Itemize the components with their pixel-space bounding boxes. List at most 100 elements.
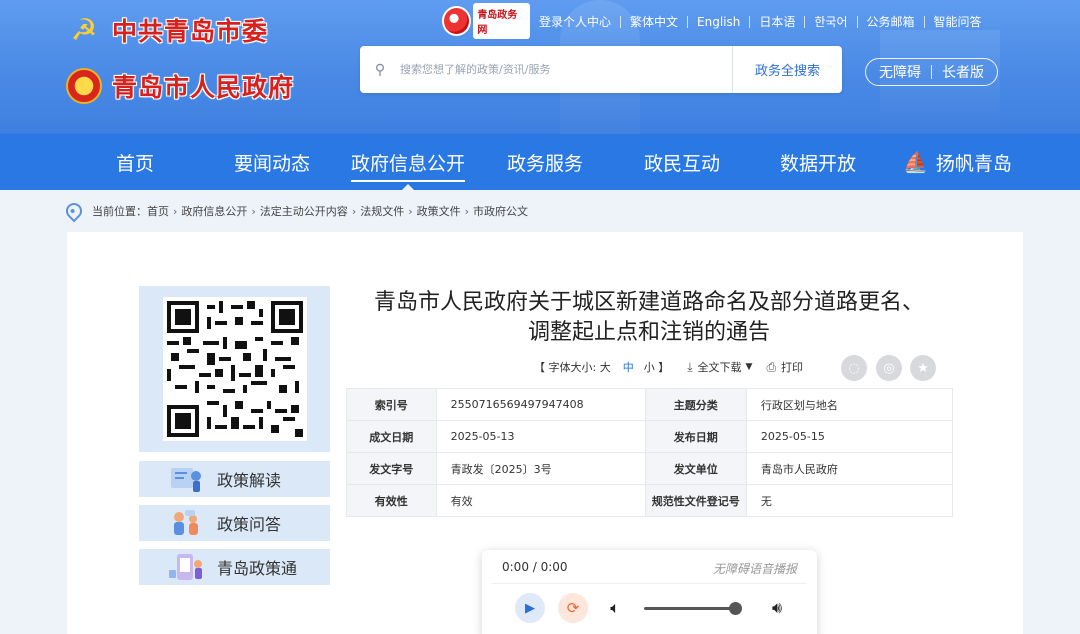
qr-code-panel	[139, 286, 330, 452]
nav-interaction[interactable]: 政民互动	[644, 134, 720, 190]
meta-label: 规范性文件登记号	[644, 484, 747, 517]
volume-slider-handle[interactable]	[729, 602, 742, 615]
breadcrumb-item[interactable]: 法规文件	[360, 203, 404, 219]
nav-home[interactable]: 首页	[116, 134, 154, 190]
breadcrumb-arrow-icon: ›	[351, 204, 357, 218]
play-button[interactable]: ▶	[515, 593, 545, 623]
print-button[interactable]: 打印	[781, 359, 803, 375]
breadcrumb-item[interactable]: 政府信息公开	[181, 203, 247, 219]
site-header: ☭ 中共青岛市委 青岛市人民政府 青岛政务网 登录个人中心 繁体中文 Engli…	[0, 0, 1080, 134]
smart-qa-link[interactable]: 智能问答	[925, 14, 991, 30]
qr-code-image	[162, 297, 307, 441]
search-bar: ⚲ 政务全搜索	[360, 46, 842, 93]
qingdao-policy-icon	[165, 552, 207, 582]
breadcrumb-item[interactable]: 市政府公文	[473, 203, 528, 219]
speaker-loud-icon: 🔊︎	[771, 598, 783, 617]
breadcrumb-arrow-icon: ›	[173, 204, 178, 218]
print-icon: ⎙	[766, 359, 777, 374]
weibo-share-icon[interactable]: ◎	[876, 355, 902, 381]
breadcrumb-arrow-icon: ›	[251, 204, 256, 218]
download-button[interactable]: 全文下载	[698, 359, 742, 375]
mute-button[interactable]: 🔈︎	[600, 593, 630, 623]
portal-logo[interactable]: 青岛政务网	[442, 3, 530, 39]
top-links: 登录个人中心 繁体中文 English 日本语 한국어 公务邮箱 智能问答	[530, 14, 991, 30]
meta-value: 青政发〔2025〕3号	[435, 452, 646, 485]
breadcrumb-arrow-icon: ›	[408, 204, 413, 218]
play-icon: ▶	[525, 600, 535, 616]
loop-button[interactable]: ⟳	[558, 593, 588, 623]
search-button[interactable]: 政务全搜索	[732, 46, 842, 93]
search-input[interactable]	[400, 46, 732, 93]
article-title-line: 青岛市人民政府关于城区新建道路命名及部分道路更名、	[373, 290, 924, 315]
meta-value: 2025-05-15	[745, 420, 954, 453]
breadcrumb-prefix: 当前位置：	[92, 205, 147, 218]
breadcrumb: 当前位置： 首页 › 政府信息公开 › 法定主动公开内容 › 法规文件 › 政策…	[62, 199, 528, 223]
qingdao-policy-link[interactable]: 青岛政策通	[139, 549, 330, 585]
policy-interpretation-link[interactable]: 政策解读	[139, 461, 330, 497]
volume-button[interactable]: 🔊︎	[762, 593, 792, 623]
policy-interpretation-label: 政策解读	[217, 471, 282, 490]
brand-government[interactable]: 青岛市人民政府	[66, 68, 294, 104]
korean-link[interactable]: 한국어	[805, 14, 856, 30]
article-tools: 【 字体大小: 大 中 小 】 ⤓ 全文下载 ▼ ⎙ 打印	[534, 356, 807, 378]
divider	[931, 65, 932, 79]
policy-qa-link[interactable]: 政策问答	[139, 505, 330, 541]
brand-party[interactable]: ☭ 中共青岛市委	[66, 12, 268, 48]
traditional-chinese-link[interactable]: 繁体中文	[621, 14, 687, 30]
table-row: 发文字号 青政发〔2025〕3号 发文单位 青岛市人民政府	[346, 452, 954, 485]
font-size-small-button[interactable]: 小 】	[644, 359, 670, 375]
wechat-share-icon[interactable]: ◌	[841, 355, 867, 381]
meta-label: 主题分类	[644, 388, 747, 421]
divider	[492, 583, 807, 584]
meta-label: 成文日期	[346, 420, 437, 453]
article-title: 青岛市人民政府关于城区新建道路命名及部分道路更名、 调整起止点和注销的通告	[346, 288, 952, 348]
audio-player: 0:00 / 0:00 无障碍语音播报 ▶ ⟳ 🔈︎ 🔊︎	[482, 550, 817, 634]
location-pin-icon	[62, 199, 86, 223]
japanese-link[interactable]: 日本语	[750, 14, 804, 30]
table-row: 索引号 2550716569497947408 主题分类 行政区划与地名	[346, 388, 954, 421]
qr-code-graphic	[166, 301, 303, 437]
volume-slider[interactable]	[644, 602, 742, 615]
breadcrumb-item[interactable]: 法定主动公开内容	[260, 203, 348, 219]
accessibility-toggle: 无障碍 长者版	[865, 58, 998, 86]
brand-party-text: 中共青岛市委	[112, 17, 269, 46]
nav-yangfan-qingdao[interactable]: ⛵ 扬帆青岛	[903, 134, 1012, 190]
main-nav: 首页 要闻动态 政府信息公开 政务服务 政民互动 数据开放 ⛵ 扬帆青岛	[0, 134, 1080, 190]
speaker-icon: 🔈︎	[610, 598, 620, 617]
english-link[interactable]: English	[688, 14, 749, 30]
sail-icon: ⛵	[903, 150, 928, 174]
breadcrumb-item[interactable]: 首页	[147, 203, 169, 219]
nav-news[interactable]: 要闻动态	[234, 134, 310, 190]
meta-value: 无	[745, 484, 954, 517]
national-emblem-icon	[66, 68, 102, 104]
meta-label: 发文字号	[346, 452, 437, 485]
barrier-free-button[interactable]: 无障碍	[879, 62, 921, 82]
meta-value: 2550716569497947408	[435, 388, 646, 421]
font-size-medium-button[interactable]: 中	[623, 359, 634, 375]
nav-gov-info[interactable]: 政府信息公开	[351, 134, 466, 190]
favorite-star-icon[interactable]: ★	[910, 355, 936, 381]
loop-icon: ⟳	[566, 599, 580, 617]
meta-value: 2025-05-13	[435, 420, 646, 453]
audio-time: 0:00 / 0:00	[502, 560, 568, 574]
article-title-line: 调整起止点和注销的通告	[527, 320, 770, 345]
nav-gov-services[interactable]: 政务服务	[507, 134, 583, 190]
search-icon: ⚲	[374, 61, 386, 78]
portal-globe-icon	[442, 6, 472, 36]
breadcrumb-item[interactable]: 政策文件	[417, 203, 461, 219]
official-mail-link[interactable]: 公务邮箱	[858, 14, 924, 30]
elderly-mode-button[interactable]: 长者版	[942, 62, 984, 82]
nav-yangfan-label: 扬帆青岛	[935, 152, 1012, 175]
nav-open-data[interactable]: 数据开放	[780, 134, 856, 190]
portal-logo-text: 青岛政务网	[473, 3, 530, 39]
meta-label: 索引号	[346, 388, 437, 421]
login-link[interactable]: 登录个人中心	[530, 14, 620, 30]
audio-player-label: 无障碍语音播报	[712, 562, 797, 576]
party-emblem-icon: ☭	[70, 12, 98, 48]
meta-value: 行政区划与地名	[745, 388, 954, 421]
font-size-large-button[interactable]: 【 字体大小: 大	[534, 359, 611, 375]
breadcrumb-arrow-icon: ›	[464, 204, 470, 218]
brand-government-text: 青岛市人民政府	[112, 73, 295, 102]
chevron-down-icon: ▼	[745, 362, 753, 372]
download-icon: ⤓	[687, 359, 693, 374]
